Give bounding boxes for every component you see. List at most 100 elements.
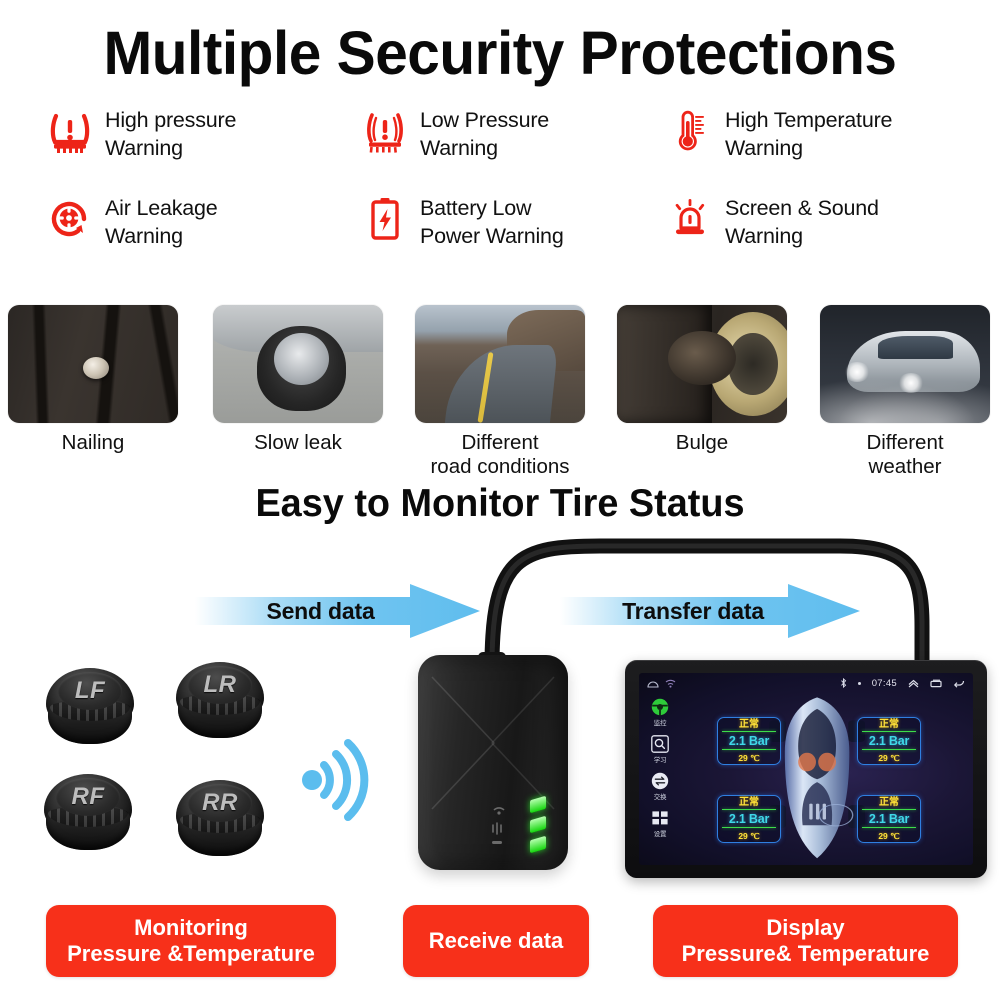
divider bbox=[862, 731, 916, 732]
feature-label: Battery Low Power Warning bbox=[420, 193, 564, 250]
caption-line2: Pressure& Temperature bbox=[681, 941, 930, 966]
scenario-caption: Different weather bbox=[820, 431, 990, 479]
sidebar-item-learning[interactable]: 学习 bbox=[643, 734, 677, 764]
divider bbox=[862, 827, 916, 828]
caption-line1: Nailing bbox=[61, 431, 125, 454]
grid-settings-icon[interactable] bbox=[651, 808, 670, 827]
sensor-lr: LR bbox=[176, 662, 264, 746]
caption-line2: road conditions bbox=[430, 454, 570, 478]
steering-wheel-icon[interactable] bbox=[651, 697, 670, 716]
tire-status-rear-right[interactable]: 正常 2.1 Bar 29 ℃ bbox=[857, 795, 921, 843]
sensor-rf: RF bbox=[44, 774, 132, 858]
caption-receive-data: Receive data bbox=[403, 905, 589, 977]
sidebar-item-monitor[interactable]: 监控 bbox=[643, 697, 677, 727]
back-icon[interactable] bbox=[953, 679, 965, 688]
sidebar-item-settings[interactable]: 设置 bbox=[643, 808, 677, 838]
siren-alarm-icon bbox=[668, 194, 712, 244]
tire-temperature-value: 29 ℃ bbox=[878, 830, 900, 841]
sensor-label: RF bbox=[71, 783, 105, 810]
sidebar-item-exchange[interactable]: 交换 bbox=[643, 771, 677, 801]
feature-low-pressure: Low Pressure Warning bbox=[363, 105, 668, 193]
arrow-send-data: Send data bbox=[195, 582, 480, 640]
caption-line1: Display bbox=[766, 915, 845, 941]
feature-label-line1: High pressure bbox=[105, 108, 237, 132]
head-unit-display[interactable]: 07:45 监控 学习 交换 设置 正常 2.1 Bar 29 ℃ 正常 2.1… bbox=[625, 660, 987, 878]
battery-low-icon bbox=[363, 194, 407, 244]
caption-line1: Different bbox=[461, 431, 539, 454]
feature-label-line2: Warning bbox=[725, 135, 803, 160]
tire-status-front-right[interactable]: 正常 2.1 Bar 29 ℃ bbox=[857, 717, 921, 765]
tire-temperature-value: 29 ℃ bbox=[738, 830, 760, 841]
sensor-label: LF bbox=[74, 677, 106, 704]
app-sidebar[interactable]: 监控 学习 交换 设置 bbox=[643, 697, 677, 845]
scenario-weather: Different weather bbox=[820, 305, 990, 479]
feature-screen-sound: Screen & Sound Warning bbox=[668, 193, 968, 281]
wireless-signal-icon bbox=[300, 735, 374, 830]
scenario-caption: Bulge bbox=[617, 431, 787, 455]
caption-line1: Receive data bbox=[428, 928, 564, 954]
status-time: 07:45 bbox=[871, 677, 897, 689]
scenario-strip: Nailing Slow leak Different road conditi… bbox=[0, 305, 1000, 485]
feature-label: Air Leakage Warning bbox=[105, 193, 218, 250]
display-screen[interactable]: 07:45 监控 学习 交换 设置 正常 2.1 Bar 29 ℃ 正常 2.1… bbox=[639, 673, 973, 865]
feature-battery-low: Battery Low Power Warning bbox=[363, 193, 668, 281]
caption-line1: Bulge bbox=[675, 431, 729, 454]
receiver-led-strip bbox=[528, 795, 546, 856]
feature-label-line2: Warning bbox=[420, 135, 498, 160]
feature-label: Screen & Sound Warning bbox=[725, 193, 879, 250]
tire-bulge-photo bbox=[617, 305, 787, 423]
feature-label: High pressure Warning bbox=[105, 105, 236, 162]
feature-label-line1: Air Leakage bbox=[105, 196, 218, 220]
tire-status-front-left[interactable]: 正常 2.1 Bar 29 ℃ bbox=[717, 717, 781, 765]
tire-status-text: 正常 bbox=[879, 718, 899, 730]
scenario-caption: Different road conditions bbox=[415, 431, 585, 479]
caption-line1: Different bbox=[866, 431, 944, 454]
caption-line2: Pressure &Temperature bbox=[67, 941, 315, 966]
divider bbox=[722, 827, 776, 828]
feature-label-line2: Warning bbox=[725, 223, 803, 248]
caption-line1: Monitoring bbox=[134, 915, 248, 941]
caption-display: Display Pressure& Temperature bbox=[653, 905, 958, 977]
chevron-up-icon[interactable] bbox=[908, 679, 919, 688]
search-icon[interactable] bbox=[651, 734, 670, 753]
recent-apps-icon[interactable] bbox=[930, 679, 942, 688]
sensor-label: RR bbox=[202, 789, 238, 816]
exchange-icon[interactable] bbox=[651, 771, 670, 790]
slow-leak-photo bbox=[213, 305, 383, 423]
feature-label-line2: Warning bbox=[105, 135, 183, 160]
receiver-led bbox=[530, 835, 546, 854]
feature-air-leakage: Air Leakage Warning bbox=[48, 193, 363, 281]
feature-label-line1: High Temperature bbox=[725, 108, 893, 132]
scenario-bulge: Bulge bbox=[617, 305, 787, 455]
tire-status-rear-left[interactable]: 正常 2.1 Bar 29 ℃ bbox=[717, 795, 781, 843]
sensor-lf: LF bbox=[46, 668, 134, 752]
sidebar-item-label: 监控 bbox=[653, 720, 667, 727]
status-bar: 07:45 bbox=[639, 673, 973, 693]
bluetooth-icon bbox=[840, 678, 846, 688]
tire-pressure-value: 2.1 Bar bbox=[728, 811, 770, 826]
tire-pressure-value: 2.1 Bar bbox=[868, 733, 910, 748]
feature-high-pressure: High pressure Warning bbox=[48, 105, 363, 193]
infographic-page: Multiple Security Protections High press… bbox=[0, 0, 1000, 1000]
sensor-rr: RR bbox=[176, 780, 264, 864]
divider bbox=[862, 749, 916, 750]
divider bbox=[722, 731, 776, 732]
sidebar-item-label: 交换 bbox=[653, 794, 667, 801]
tire-temperature-value: 29 ℃ bbox=[738, 752, 760, 763]
sensor-label: LR bbox=[203, 671, 237, 698]
feature-label-line1: Battery Low bbox=[420, 196, 532, 220]
tire-pressure-high-icon bbox=[48, 106, 92, 156]
sidebar-item-label: 学习 bbox=[653, 757, 667, 764]
feature-label-line1: Screen & Sound bbox=[725, 196, 879, 220]
receiver-led bbox=[530, 795, 546, 814]
home-icon[interactable] bbox=[647, 679, 659, 688]
receiver-indicator-glyphs bbox=[492, 807, 505, 844]
mountain-road-photo bbox=[415, 305, 585, 423]
tire-status-text: 正常 bbox=[879, 796, 899, 808]
air-leakage-icon bbox=[48, 194, 92, 244]
feature-label: High Temperature Warning bbox=[725, 105, 893, 162]
feature-label-line1: Low Pressure bbox=[420, 108, 550, 132]
scenario-slow-leak: Slow leak bbox=[213, 305, 383, 455]
arrow-label: Send data bbox=[266, 597, 375, 624]
tire-status-text: 正常 bbox=[739, 718, 759, 730]
